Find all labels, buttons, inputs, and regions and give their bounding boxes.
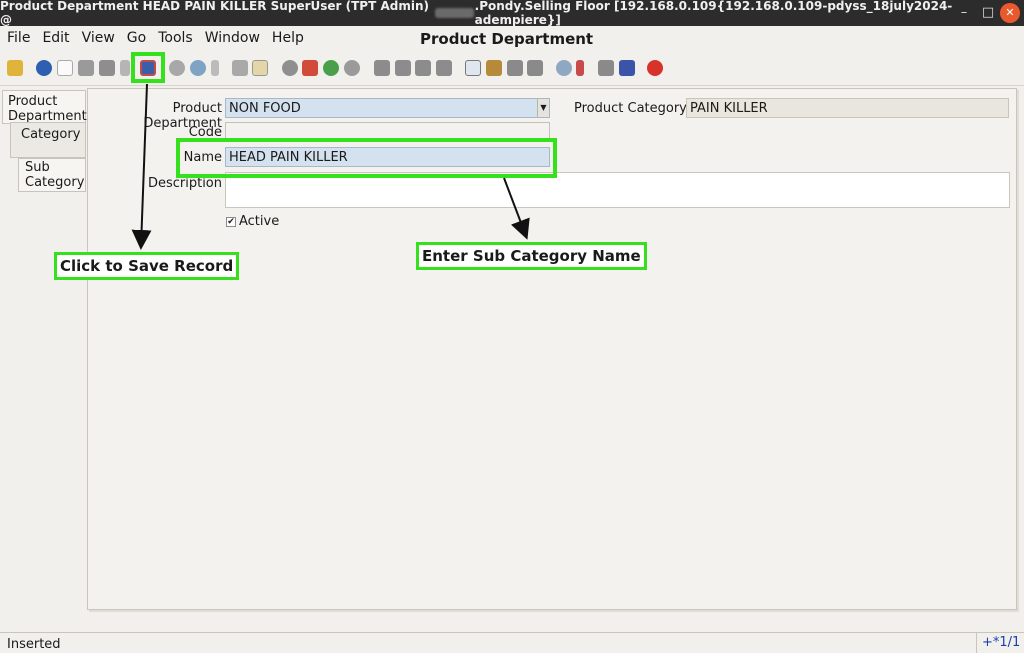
description-label: Description (147, 176, 222, 191)
status-text: Inserted (7, 637, 61, 652)
attachment-icon[interactable] (211, 60, 219, 76)
home-icon[interactable] (302, 60, 318, 76)
product-category-label: Product Category (574, 101, 687, 116)
menu-go[interactable]: Go (121, 30, 152, 46)
tab-category[interactable]: Category (10, 122, 86, 158)
help-icon[interactable] (36, 60, 52, 76)
save-callout: Click to Save Record (54, 252, 240, 280)
window-title: Product Department (420, 30, 594, 48)
refresh-icon[interactable] (169, 60, 185, 76)
tab-sub-category[interactable]: Sub Category (18, 158, 86, 192)
workflow-icon[interactable] (576, 60, 584, 76)
window-title-text-suffix: .Pondy.Selling Floor [192.168.0.109{192.… (474, 0, 953, 27)
tab-product-department[interactable]: Product Department (2, 90, 87, 124)
product-department-select[interactable]: NON FOOD ▼ (225, 98, 550, 118)
copy-record-icon[interactable] (78, 60, 94, 76)
menu-file[interactable]: File (0, 30, 36, 46)
save-button-highlight (131, 52, 165, 83)
detail-record-icon[interactable] (344, 60, 360, 76)
menu-view[interactable]: View (76, 30, 121, 46)
menu-edit[interactable]: Edit (36, 30, 75, 46)
menu-window[interactable]: Window (199, 30, 266, 46)
previous-record-icon[interactable] (395, 60, 411, 76)
find-icon[interactable] (190, 60, 206, 76)
window-title-text: Product Department HEAD PAIN KILLER Supe… (0, 0, 429, 27)
zoom-across-icon[interactable] (556, 60, 572, 76)
last-record-icon[interactable] (436, 60, 452, 76)
chevron-down-icon[interactable]: ▼ (537, 99, 549, 117)
menu-help[interactable]: Help (266, 30, 310, 46)
title-bar: Product Department HEAD PAIN KILLER Supe… (0, 0, 1024, 27)
minimize-button[interactable]: – (954, 3, 974, 23)
product-department-value: NON FOOD (229, 101, 301, 116)
record-navigator[interactable]: +*1/1 (976, 633, 1024, 653)
history-icon[interactable] (282, 60, 298, 76)
name-field-highlight (176, 138, 557, 178)
active-checkbox[interactable]: ✔ (226, 217, 236, 227)
request-icon[interactable] (598, 60, 614, 76)
delete-selection-icon[interactable] (120, 60, 130, 76)
report-icon[interactable] (465, 60, 481, 76)
name-callout: Enter Sub Category Name (416, 242, 647, 270)
parent-record-icon[interactable] (323, 60, 339, 76)
product-info-icon[interactable] (619, 60, 635, 76)
next-record-icon[interactable] (415, 60, 431, 76)
first-record-icon[interactable] (374, 60, 390, 76)
undo-icon[interactable] (7, 60, 23, 76)
active-label: Active (239, 214, 280, 229)
print-preview-icon[interactable] (507, 60, 523, 76)
print-icon[interactable] (527, 60, 543, 76)
status-bar: Inserted +*1/1 (0, 632, 1024, 653)
close-window-button[interactable]: ✕ (1000, 3, 1020, 23)
menu-tools[interactable]: Tools (152, 30, 199, 46)
chat-icon[interactable] (232, 60, 248, 76)
product-category-field[interactable]: PAIN KILLER (686, 98, 1009, 118)
delete-icon[interactable] (99, 60, 115, 76)
grid-toggle-icon[interactable] (252, 60, 268, 76)
redacted-text (434, 8, 474, 18)
archive-icon[interactable] (486, 60, 502, 76)
new-record-icon[interactable] (57, 60, 73, 76)
maximize-button[interactable]: □ (978, 3, 998, 23)
exit-icon[interactable] (647, 60, 663, 76)
